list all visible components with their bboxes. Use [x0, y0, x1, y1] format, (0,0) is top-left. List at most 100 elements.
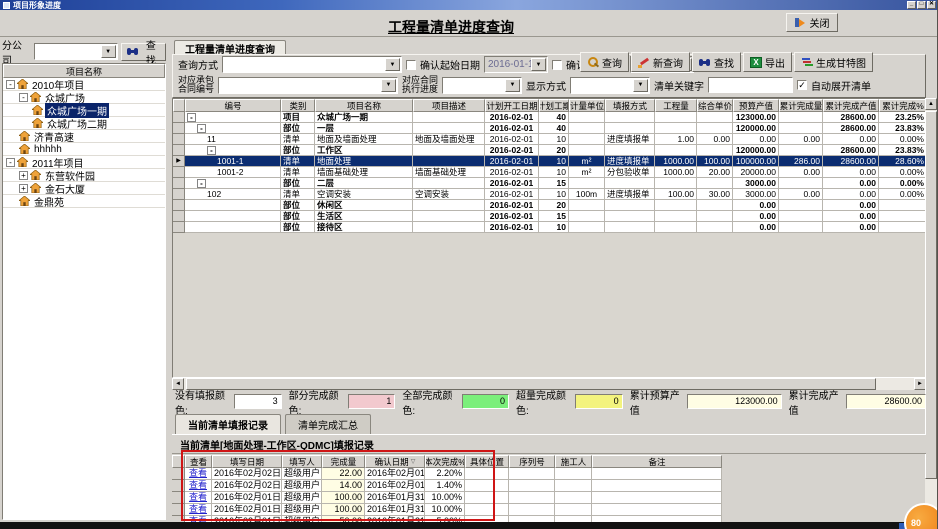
records-column-header[interactable]: 序列号: [509, 455, 555, 468]
grid-row[interactable]: 102清单空调安装空调安装2016-02-0110100m进度填报单100.00…: [173, 189, 925, 200]
chevron-down-icon[interactable]: ▼: [101, 45, 116, 58]
grid-column-header[interactable]: 工程量: [655, 99, 697, 112]
grid-cell: [569, 112, 605, 123]
grid-column-header[interactable]: 累计完成量: [779, 99, 823, 112]
collapse-icon[interactable]: -: [197, 124, 206, 133]
tree-item[interactable]: 济青高速: [3, 130, 165, 143]
record-row[interactable]: 查看2016年02月02日超级用户22.002016年02月01日2.20%: [172, 468, 722, 480]
grid-column-header[interactable]: 项目描述: [413, 99, 485, 112]
restore-icon[interactable]: □: [917, 1, 926, 9]
close-window-icon[interactable]: ✕: [927, 1, 936, 9]
grid-row[interactable]: 11清单地面及墙面处理地面及墙面处理2016-02-0110进度填报单1.000…: [173, 134, 925, 145]
tree-item[interactable]: 金鼎苑: [3, 195, 165, 208]
grid-column-header[interactable]: 类别: [281, 99, 315, 112]
row-indicator: [172, 480, 185, 492]
auto-expand-checkbox[interactable]: ✓: [797, 80, 807, 90]
tab-current-records[interactable]: 当前清单填报记录: [175, 414, 281, 434]
records-column-header[interactable]: 完成量: [322, 455, 365, 468]
expand-icon[interactable]: +: [19, 184, 28, 193]
grid-cell: [655, 222, 697, 233]
grid-column-header[interactable]: 计划开工日期: [485, 99, 539, 112]
view-link[interactable]: 查看: [189, 468, 207, 478]
grid-row[interactable]: -部位一层2016-02-0140120000.0028600.0023.83%: [173, 123, 925, 134]
confirm-start-date[interactable]: 2016-01-19 ▼: [484, 56, 548, 73]
grid-row[interactable]: -项目众城广场一期2016-02-0140123000.0028600.0023…: [173, 112, 925, 123]
grid-row[interactable]: -部位工作区2016-02-0120120000.0028600.0023.83…: [173, 145, 925, 156]
tree-item[interactable]: 众城广场二期: [3, 117, 165, 130]
grid-row[interactable]: -部位二层2016-02-01153000.000.000.00%: [173, 178, 925, 189]
record-row[interactable]: 查看2016年02月01日超级用户100.002016年01月31日10.00%: [172, 492, 722, 504]
grid-cell: -: [185, 178, 281, 189]
company-select[interactable]: ▼: [34, 43, 118, 60]
records-column-header[interactable]: 确认日期▽: [365, 455, 425, 468]
grid-column-header[interactable]: 计划工期: [539, 99, 569, 112]
records-column-header[interactable]: 备注: [592, 455, 722, 468]
collapse-icon[interactable]: -: [207, 146, 216, 155]
grid-column-header[interactable]: 计量单位: [569, 99, 605, 112]
grid-column-header[interactable]: 编号: [185, 99, 281, 112]
chevron-down-icon[interactable]: ▼: [505, 79, 520, 92]
gantt-button[interactable]: 生成甘特图: [794, 52, 873, 72]
grid-row[interactable]: 1001-2清单墙面基础处理墙面基础处理2016-02-0110m²分包验收单1…: [173, 167, 925, 178]
find-button[interactable]: 查找: [121, 43, 166, 61]
records-column-header[interactable]: 查看: [185, 455, 212, 468]
record-row[interactable]: 查看2016年02月01日超级用户100.002016年01月31日10.00%: [172, 504, 722, 516]
close-button[interactable]: 关闭: [786, 13, 838, 32]
chevron-down-icon[interactable]: ▼: [385, 58, 400, 71]
tab-completion-summary[interactable]: 清单完成汇总: [285, 414, 371, 434]
records-column-header[interactable]: 填写人: [282, 455, 322, 468]
search-button[interactable]: 查询: [580, 52, 629, 72]
minimize-icon[interactable]: _: [907, 1, 916, 9]
records-column-header[interactable]: 本次完成%: [425, 455, 465, 468]
view-link[interactable]: 查看: [189, 504, 207, 514]
chevron-down-icon[interactable]: ▼: [381, 79, 396, 92]
confirm-end-checkbox[interactable]: [552, 60, 562, 70]
grid-row[interactable]: ▶1001-1清单地面处理2016-02-0110m²进度填报单1000.001…: [173, 156, 925, 167]
grid-row[interactable]: 部位休闲区2016-02-01200.000.00: [173, 200, 925, 211]
keyword-input[interactable]: [708, 77, 793, 93]
tree-item[interactable]: +金石大厦: [3, 182, 165, 195]
grid-cell: 0.00: [823, 211, 879, 222]
export-excel-button[interactable]: 导出: [743, 52, 792, 72]
collapse-icon[interactable]: -: [6, 80, 15, 89]
grid-column-header[interactable]: 累计完成%: [879, 99, 926, 112]
contract-no-select[interactable]: ▼: [218, 77, 398, 94]
chevron-down-icon[interactable]: ▼: [531, 58, 546, 71]
record-row[interactable]: 查看2016年02月02日超级用户14.002016年02月01日1.40%: [172, 480, 722, 492]
view-link[interactable]: 查看: [189, 492, 207, 502]
grid-column-header[interactable]: 累计完成产值: [823, 99, 879, 112]
confirm-start-checkbox[interactable]: [406, 60, 416, 70]
collapse-icon[interactable]: -: [19, 93, 28, 102]
collapse-icon[interactable]: -: [187, 113, 196, 122]
grid-cell: [413, 112, 485, 123]
legend-label: 没有填报颜色:: [175, 387, 231, 417]
grid-column-header[interactable]: 项目名称: [315, 99, 413, 112]
record-cell: [592, 504, 722, 516]
scrollbar-thumb[interactable]: [925, 111, 937, 479]
scroll-up-icon[interactable]: ▲: [925, 98, 937, 110]
grid-cell: [655, 112, 697, 123]
grid-column-header[interactable]: 填报方式: [605, 99, 655, 112]
collapse-icon[interactable]: -: [6, 158, 15, 167]
display-mode-select[interactable]: ▼: [570, 77, 650, 94]
records-column-header[interactable]: 具体位置: [465, 455, 509, 468]
new-search-button[interactable]: 新查询: [631, 52, 690, 72]
records-column-header[interactable]: 施工人: [555, 455, 592, 468]
expand-icon[interactable]: +: [19, 171, 28, 180]
tab-progress-query[interactable]: 工程量清单进度查询: [174, 40, 286, 55]
grid-cell: 一层: [315, 123, 413, 134]
vertical-scrollbar[interactable]: ▲ ▼: [925, 98, 937, 522]
chevron-down-icon[interactable]: ▼: [633, 79, 648, 92]
grid-column-header[interactable]: 预算产值: [733, 99, 779, 112]
grid-row[interactable]: 部位生活区2016-02-01150.000.00: [173, 211, 925, 222]
grid-row[interactable]: 部位接待区2016-02-01100.000.00: [173, 222, 925, 233]
find-button[interactable]: 查找: [692, 52, 741, 72]
records-column-header[interactable]: 填写日期: [212, 455, 282, 468]
collapse-icon[interactable]: -: [197, 179, 206, 188]
view-link[interactable]: 查看: [189, 480, 207, 490]
grid-cell: [779, 178, 823, 189]
budget-total-value: 123000.00: [687, 394, 782, 409]
grid-column-header[interactable]: 综合单价: [697, 99, 733, 112]
contract-progress-select[interactable]: ▼: [442, 77, 522, 94]
query-mode-select[interactable]: ▼: [222, 56, 402, 73]
